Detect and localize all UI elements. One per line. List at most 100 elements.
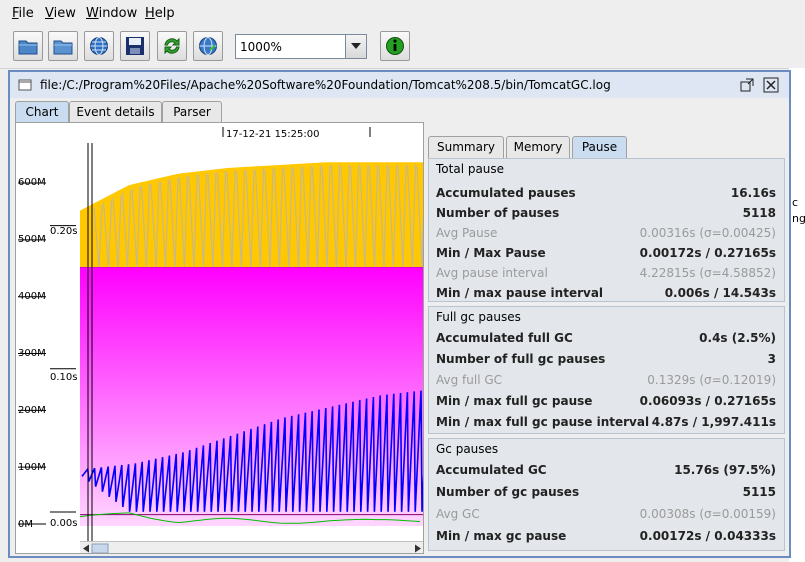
gcviewer-app: File View Window Help 1000% c ng file:/C… — [0, 0, 805, 562]
stat-label: Accumulated full GC — [436, 331, 573, 345]
pause-tick-label: 0.00s — [50, 518, 77, 529]
scroll-thumb[interactable] — [91, 543, 109, 553]
stat-label: Min / Max Pause — [436, 246, 546, 260]
tab-parser[interactable]: Parser — [162, 101, 222, 123]
menu-window-mnemonic: W — [86, 6, 99, 21]
stat-row: Min / max gc pause 0.00172s / 0.04333s — [436, 529, 776, 549]
section-title: Gc pauses — [436, 442, 499, 456]
stat-label: Number of gc pauses — [436, 485, 580, 499]
tab-chart[interactable]: Chart — [15, 101, 69, 123]
stat-row: Number of full gc pauses 3 — [436, 352, 776, 372]
stat-row: Accumulated GC 15.76s (97.5%) — [436, 463, 776, 483]
stat-label: Min / max full gc pause interval — [436, 415, 650, 429]
restore-icon[interactable] — [739, 77, 755, 93]
memory-tick-label: 500M — [18, 234, 46, 245]
stat-row: Avg Pause 0.00316s (σ=0.00425) — [436, 226, 776, 246]
menu-help-mnemonic: H — [145, 6, 155, 21]
stat-value: 3 — [767, 352, 776, 366]
stat-row: Avg pause interval 4.22815s (σ=4.58852) — [436, 266, 776, 286]
pause-tick-label: 0.20s — [50, 226, 77, 237]
stat-row: Min / max full gc pause interval 4.87s / … — [436, 415, 776, 435]
save-icon — [126, 37, 144, 55]
timestamp-label: 17-12-21 15:25:00 — [226, 129, 319, 140]
menu-help[interactable]: Help — [145, 6, 175, 21]
menu-view-label: iew — [53, 6, 76, 21]
stat-label: Accumulated pauses — [436, 186, 576, 200]
open-url-button[interactable] — [48, 31, 78, 61]
stat-label: Avg pause interval — [436, 266, 548, 280]
about-button[interactable] — [380, 31, 410, 61]
close-icon[interactable] — [763, 77, 779, 93]
zoom-select[interactable]: 1000% — [235, 34, 367, 59]
stat-value: 16.16s — [730, 186, 776, 200]
open-folder-icon — [18, 40, 38, 55]
stat-label: Avg full GC — [436, 373, 503, 387]
refresh-button[interactable] — [157, 31, 187, 61]
stat-value: 0.006s / 14.543s — [664, 286, 776, 300]
stat-value: 5118 — [742, 206, 776, 220]
gc-pauses-section: Gc pauses Accumulated GC 15.76s (97.5%) N… — [428, 438, 785, 551]
tab-memory[interactable]: Memory — [506, 136, 570, 158]
gc-chart-svg: 17-12-21 15:25:00 600M 500M 400M 300M 20… — [16, 123, 423, 553]
menu-window[interactable]: Window — [86, 6, 137, 21]
menu-view[interactable]: View — [45, 6, 76, 21]
tab-pause[interactable]: Pause — [572, 136, 627, 158]
background-text-1: c — [792, 196, 799, 209]
stat-row: Avg GC 0.00308s (σ=0.00159) — [436, 507, 776, 527]
menu-file-label: ile — [18, 6, 34, 21]
gc-chart[interactable]: 17-12-21 15:25:00 600M 500M 400M 300M 20… — [15, 122, 424, 554]
menu-file[interactable]: File — [12, 6, 34, 21]
document-window: file:/C:/Program%20Files/Apache%20Softwa… — [8, 70, 791, 558]
menu-window-label: indow — [98, 6, 138, 21]
stat-label: Min / max full gc pause — [436, 394, 593, 408]
memory-tick-label: 300M — [18, 348, 46, 359]
tab-summary[interactable]: Summary — [428, 136, 504, 158]
document-title: file:/C:/Program%20Files/Apache%20Softwa… — [40, 78, 611, 92]
tab-parser-label: Parser — [173, 105, 211, 119]
chevron-down-icon — [351, 43, 361, 49]
open-series-button[interactable] — [84, 31, 114, 61]
stat-row: Number of pauses 5118 — [436, 206, 776, 226]
stat-label: Number of pauses — [436, 206, 560, 220]
stat-value: 4.87s / 1,997.411s — [651, 415, 776, 429]
stat-value: 0.4s (2.5%) — [699, 331, 776, 345]
menu-help-label: elp — [154, 6, 175, 21]
stat-value: 4.22815s (σ=4.58852) — [639, 266, 776, 280]
stat-row: Number of gc pauses 5115 — [436, 485, 776, 505]
stat-label: Avg Pause — [436, 226, 498, 240]
stat-row: Min / Max Pause 0.00172s / 0.27165s — [436, 246, 776, 266]
open-file-button[interactable] — [13, 31, 43, 61]
save-button[interactable] — [120, 31, 150, 61]
open-folder-icon — [53, 40, 73, 55]
stat-value: 0.00172s / 0.27165s — [639, 246, 776, 260]
document-icon — [18, 79, 32, 91]
statistics-panel: Summary Memory Pause Total pause Accumul… — [428, 136, 788, 554]
stat-row: Min / max pause interval 0.006s / 14.543s — [436, 286, 776, 306]
scroll-left-icon[interactable] — [83, 544, 89, 553]
memory-tick-label: 600M — [18, 177, 46, 188]
background-window-strip: c ng — [789, 68, 805, 562]
watch-button[interactable] — [193, 31, 223, 61]
stat-value: 0.00316s (σ=0.00425) — [639, 226, 776, 240]
tab-event-details[interactable]: Event details — [69, 101, 162, 123]
total-pause-section: Total pause Accumulated pauses 16.16s Num… — [428, 158, 785, 302]
zoom-dropdown-button[interactable] — [345, 35, 366, 58]
stat-label: Accumulated GC — [436, 463, 547, 477]
info-icon — [386, 37, 404, 55]
stat-row: Accumulated full GC 0.4s (2.5%) — [436, 331, 776, 351]
scroll-right-icon[interactable] — [415, 544, 421, 553]
tab-event-details-label: Event details — [76, 105, 155, 119]
tab-chart-label: Chart — [25, 105, 59, 119]
chart-horizontal-scrollbar[interactable] — [80, 541, 423, 553]
memory-tick-label: 200M — [18, 405, 46, 416]
scrollbar-graphics — [83, 543, 421, 553]
stat-value: 0.00172s / 0.04333s — [639, 529, 776, 543]
globe-icon — [90, 37, 108, 55]
memory-tick-label: 0M — [18, 519, 33, 530]
stat-label: Min / max gc pause — [436, 529, 567, 543]
zoom-value: 1000% — [240, 40, 282, 54]
stat-value: 5115 — [742, 485, 776, 499]
stat-row: Min / max full gc pause 0.06093s / 0.2716… — [436, 394, 776, 414]
document-titlebar[interactable]: file:/C:/Program%20Files/Apache%20Softwa… — [10, 72, 789, 98]
full-gc-pauses-section: Full gc pauses Accumulated full GC 0.4s (… — [428, 306, 785, 434]
